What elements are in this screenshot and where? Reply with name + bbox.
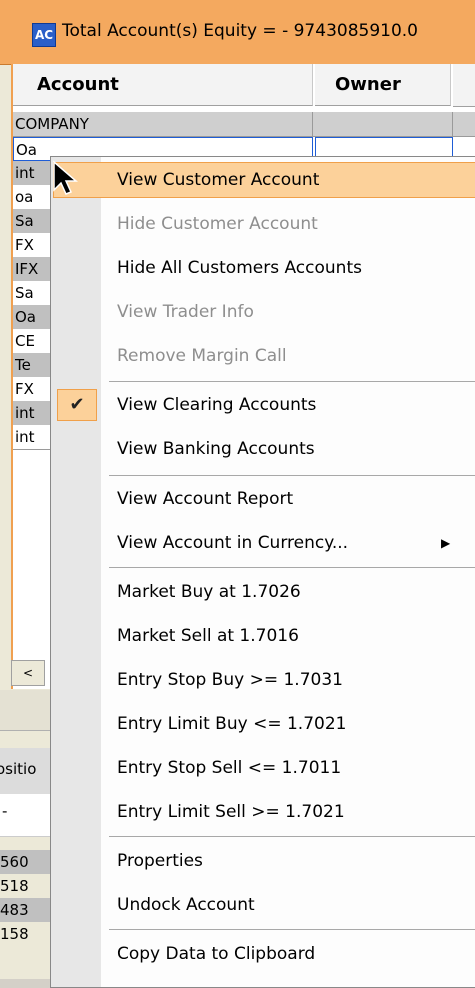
menu-item-label: Entry Stop Buy >= 1.7031 <box>117 670 343 690</box>
menu-item-label: Entry Stop Sell <= 1.7011 <box>117 758 342 778</box>
column-header-account[interactable]: Account <box>13 64 313 106</box>
menu-item-label: Copy Data to Clipboard <box>117 944 316 964</box>
menu-item-label: View Clearing Accounts <box>117 395 317 415</box>
column-header-owner[interactable]: Owner <box>315 64 451 106</box>
menu-item-label: View Customer Account <box>117 170 320 190</box>
menu-separator <box>109 381 475 382</box>
menu-item-view-account-in-currency[interactable]: View Account in Currency... ▶ <box>51 523 475 563</box>
menu-item-label: Hide Customer Account <box>117 214 318 234</box>
menu-item-entry-limit-buy-1-7021[interactable]: Entry Limit Buy <= 1.7021 <box>51 704 475 744</box>
position-filter-label: - <box>2 802 8 820</box>
menu-item-label: View Account Report <box>117 489 294 509</box>
mouse-cursor-icon <box>53 160 79 195</box>
app-icon: AC <box>32 23 56 47</box>
menu-item-label: Market Sell at 1.7016 <box>117 626 299 646</box>
menu-item-label: Market Buy at 1.7026 <box>117 582 301 602</box>
menu-item-label: Properties <box>117 851 203 871</box>
menu-separator <box>109 836 475 837</box>
menu-item-entry-stop-sell-1-7011[interactable]: Entry Stop Sell <= 1.7011 <box>51 748 475 788</box>
menu-item-label: Remove Margin Call <box>117 346 287 366</box>
menu-item-view-account-report[interactable]: View Account Report <box>51 479 475 519</box>
menu-item-view-trader-info: View Trader Info <box>51 292 475 332</box>
company-cell: COMPANY <box>13 112 313 136</box>
context-menu: View Customer Account Hide Customer Accou… <box>50 156 475 988</box>
submenu-arrow-icon: ▶ <box>441 536 451 550</box>
menu-item-label: Hide All Customers Accounts <box>117 258 362 278</box>
menu-item-hide-all-customers-accounts[interactable]: Hide All Customers Accounts <box>51 248 475 288</box>
menu-item-label: Entry Limit Buy <= 1.7021 <box>117 714 347 734</box>
menu-separator <box>109 567 475 568</box>
menu-item-hide-customer-account: Hide Customer Account <box>51 204 475 244</box>
menu-item-undock-account[interactable]: Undock Account <box>51 885 475 925</box>
menu-item-market-sell-at-1-7016[interactable]: Market Sell at 1.7016 <box>51 616 475 656</box>
window-title: Total Account(s) Equity = - 9743085910.0 <box>62 21 418 41</box>
checkmark-icon: ✔ <box>57 389 97 421</box>
menu-separator <box>109 929 475 930</box>
menu-item-label: View Trader Info <box>117 302 254 322</box>
scroll-left-button[interactable]: < <box>11 660 45 686</box>
menu-item-label: Entry Limit Sell >= 1.7021 <box>117 802 345 822</box>
title-bar[interactable]: AC Total Account(s) Equity = - 974308591… <box>0 0 475 65</box>
menu-item-label: View Account in Currency... <box>117 533 349 553</box>
menu-item-label: View Banking Accounts <box>117 439 315 459</box>
menu-item-remove-margin-call: Remove Margin Call <box>51 336 475 376</box>
menu-item-entry-limit-sell-1-7021[interactable]: Entry Limit Sell >= 1.7021 <box>51 792 475 832</box>
column-header-extra[interactable] <box>453 64 475 107</box>
menu-separator <box>109 475 475 476</box>
position-column-label[interactable]: ositio <box>0 760 36 778</box>
company-row[interactable]: COMPANY <box>13 112 475 137</box>
menu-item-properties[interactable]: Properties <box>51 841 475 881</box>
menu-item-label: Undock Account <box>117 895 255 915</box>
menu-item-view-banking-accounts[interactable]: View Banking Accounts <box>51 429 475 469</box>
menu-item-view-clearing-accounts[interactable]: ✔ View Clearing Accounts <box>51 385 475 425</box>
menu-item-copy-data-to-clipboard[interactable]: Copy Data to Clipboard <box>51 934 475 974</box>
menu-item-view-customer-account[interactable]: View Customer Account <box>51 160 475 200</box>
menu-item-market-buy-at-1-7026[interactable]: Market Buy at 1.7026 <box>51 572 475 612</box>
menu-item-entry-stop-buy-1-7031[interactable]: Entry Stop Buy >= 1.7031 <box>51 660 475 700</box>
company-owner-cell <box>315 112 453 136</box>
